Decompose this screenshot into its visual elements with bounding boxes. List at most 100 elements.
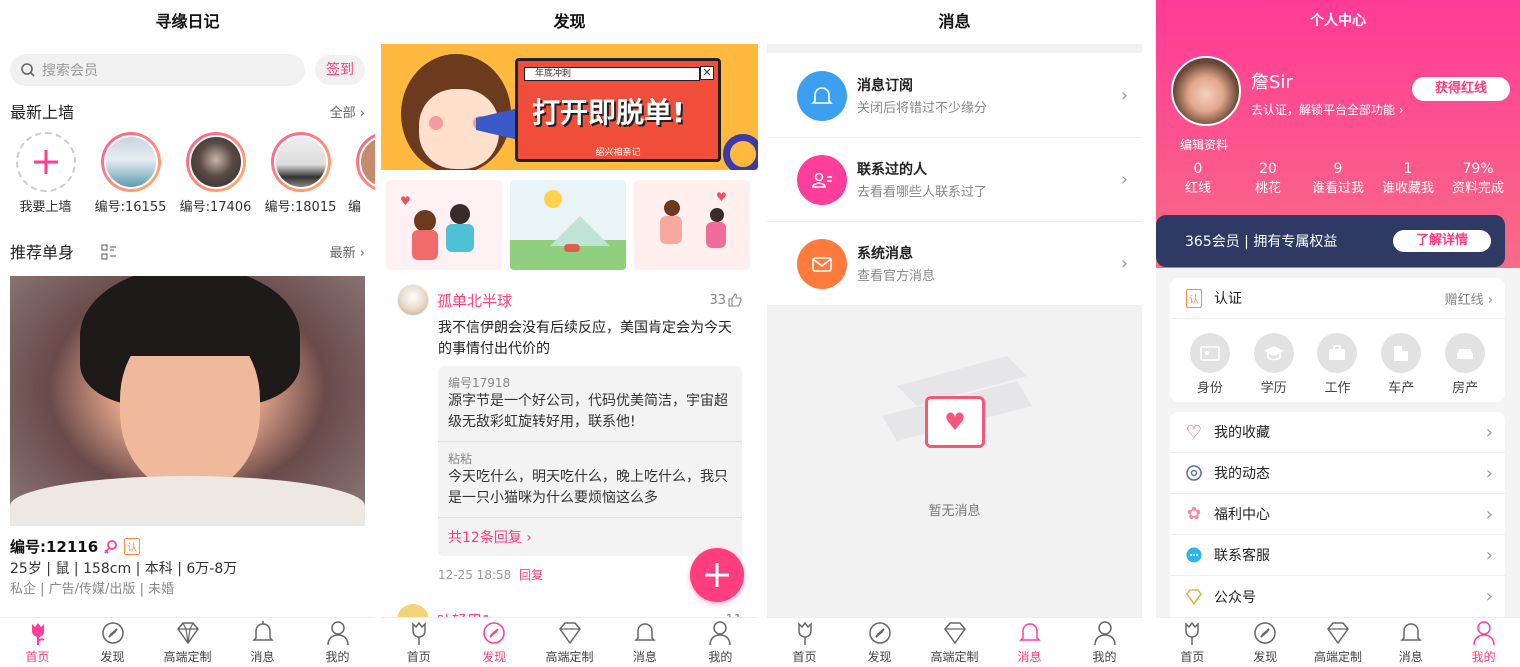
cert-car[interactable]: 车产 xyxy=(1381,333,1422,396)
tab-mine[interactable]: 我的 xyxy=(300,618,375,667)
menu-official-account[interactable]: 公众号 › xyxy=(1170,576,1505,617)
promo-banner[interactable]: 年底冲刺 ✕ 打开即脱单! 绍兴相亲记 xyxy=(381,44,758,170)
tab-messages[interactable]: 消息 xyxy=(992,618,1067,667)
stats-row: 0 红线 20 桃花 9 谁看过我 1 谁收藏我 79% 资料完成 xyxy=(1164,161,1512,196)
wall-item[interactable]: 编 xyxy=(348,132,375,215)
user-icon xyxy=(326,621,349,646)
wall-item-id: 编 xyxy=(348,200,362,215)
verify-tip-link[interactable]: 去认证，解锁平台全部功能 › xyxy=(1251,101,1404,118)
cert-work[interactable]: 工作 xyxy=(1317,333,1358,396)
profile-photo[interactable] xyxy=(10,276,365,526)
stat-peach[interactable]: 20 桃花 xyxy=(1234,161,1302,196)
certification-row[interactable]: 认 认证 赠红线 › xyxy=(1170,278,1505,319)
tab-discover[interactable]: 发现 xyxy=(842,618,917,667)
stat-favorited-me[interactable]: 1 谁收藏我 xyxy=(1374,161,1442,196)
certification-title: 认证 xyxy=(1214,291,1242,307)
message-subscribe-item[interactable]: 消息订阅 关闭后将错过不少缘分 › xyxy=(767,54,1142,138)
broken-heart-message-icon: ♥ xyxy=(925,396,985,448)
bell-icon xyxy=(797,70,847,121)
tab-bar: 首页 发现 高端定制 消息 我的 xyxy=(381,617,758,667)
profile-extra-info: 私企 | 广告/传媒/出版 | 未婚 xyxy=(10,582,175,597)
tab-home[interactable]: 首页 xyxy=(767,618,842,667)
cert-education[interactable]: 学历 xyxy=(1253,333,1294,396)
empty-text: 暂无消息 xyxy=(928,504,981,519)
category-couple[interactable]: ♥ xyxy=(386,180,502,270)
edit-profile-link[interactable]: 编辑资料 xyxy=(1180,136,1228,153)
message-title: 系统消息 xyxy=(857,246,913,262)
tab-label: 我的 xyxy=(708,650,733,664)
menu-moments[interactable]: 我的动态 › xyxy=(1170,453,1505,494)
tab-home[interactable]: 首页 xyxy=(0,618,75,667)
comment-item[interactable]: 粘粘 今天吃什么，明天吃什么，晚上吃什么，我只是一只小猫咪为什么要烦恼这么多 xyxy=(438,442,742,518)
latest-all-link[interactable]: 全部 › xyxy=(330,102,365,121)
tab-home[interactable]: 首页 xyxy=(381,618,456,667)
menu-welfare[interactable]: ✿ 福利中心 › xyxy=(1170,494,1505,535)
message-title: 联系过的人 xyxy=(857,162,927,178)
stat-label: 桃花 xyxy=(1254,181,1281,196)
stat-profile-complete[interactable]: 79% 资料完成 xyxy=(1444,161,1512,196)
avatar[interactable] xyxy=(397,284,429,316)
vip-details-button[interactable]: 了解详情 xyxy=(1393,230,1491,252)
post-author[interactable]: 孤单北半球 xyxy=(437,290,512,311)
tab-custom[interactable]: 高端定制 xyxy=(532,618,607,667)
tab-custom[interactable]: 高端定制 xyxy=(1302,618,1375,667)
avatar[interactable] xyxy=(1171,56,1241,126)
user-icon xyxy=(709,621,732,646)
tab-mine[interactable]: 我的 xyxy=(683,618,758,667)
stat-redline[interactable]: 0 红线 xyxy=(1164,161,1232,196)
tab-mine[interactable]: 我的 xyxy=(1067,618,1142,667)
profile-id-row: 编号:12116 认 xyxy=(10,536,141,557)
all-replies-link[interactable]: 共12条回复 › xyxy=(438,518,742,556)
vip-banner[interactable]: 365会员 | 拥有专属权益 了解详情 xyxy=(1156,215,1505,267)
search-input[interactable]: 搜索会员 xyxy=(10,54,305,86)
tab-custom[interactable]: 高端定制 xyxy=(917,618,992,667)
tab-discover[interactable]: 发现 xyxy=(1229,618,1302,667)
tab-label: 高端定制 xyxy=(930,650,979,664)
wall-item[interactable]: 编号:18015 xyxy=(263,132,338,215)
chevron-right-icon: › xyxy=(1485,586,1493,607)
tab-discover[interactable]: 发现 xyxy=(75,618,150,667)
avatar xyxy=(188,135,243,189)
post-likes[interactable]: 33 xyxy=(709,293,742,308)
id-card-icon xyxy=(1189,333,1230,373)
wall-item[interactable]: 编号:16155 xyxy=(93,132,168,215)
category-running[interactable]: ♥ xyxy=(634,180,750,270)
comment-item[interactable]: 编号17918 源字节是一个好公司，代码优美简洁，宇宙超级无敌彩虹旋转好用，联系… xyxy=(438,366,742,442)
menu-favorites[interactable]: ♡ 我的收藏 › xyxy=(1170,412,1505,453)
category-outdoor[interactable] xyxy=(510,180,626,270)
tab-custom[interactable]: 高端定制 xyxy=(150,618,225,667)
close-icon: ✕ xyxy=(700,66,714,80)
tab-home[interactable]: 首页 xyxy=(1156,618,1229,667)
cert-identity[interactable]: 身份 xyxy=(1189,333,1230,396)
wall-add-item[interactable]: 我要上墙 xyxy=(8,132,83,215)
get-redline-button[interactable]: 获得红线 xyxy=(1412,77,1510,101)
tab-label: 首页 xyxy=(25,650,50,664)
diamond-icon xyxy=(176,622,199,645)
bell-icon xyxy=(1018,623,1041,641)
post-text: 我不信伊朗会没有后续反应，美国肯定会为今天的事情付出代价的 xyxy=(438,320,732,357)
comment-author: 编号17918 xyxy=(448,376,511,390)
aperture-icon xyxy=(1184,464,1204,482)
wall-item[interactable]: 编号:17406 xyxy=(178,132,253,215)
cert-house[interactable]: 房产 xyxy=(1445,333,1486,396)
tab-messages[interactable]: 消息 xyxy=(225,618,300,667)
signin-button[interactable]: 签到 xyxy=(315,55,365,85)
stat-value: 9 xyxy=(1333,161,1343,177)
contacted-people-item[interactable]: 联系过的人 去看看哪些人联系过了 › xyxy=(767,138,1142,222)
tab-messages[interactable]: 消息 xyxy=(1374,618,1447,667)
list-grid-icon[interactable] xyxy=(101,244,117,260)
compass-icon xyxy=(1254,622,1276,644)
reply-button[interactable]: 回复 xyxy=(519,568,543,582)
wall-item-id: 编号:16155 xyxy=(94,200,167,215)
recommend-sort-link[interactable]: 最新 › xyxy=(330,242,365,261)
stat-viewed-me[interactable]: 9 谁看过我 xyxy=(1304,161,1372,196)
chevron-right-icon: › xyxy=(1485,462,1493,484)
recommend-title: 推荐单身 xyxy=(10,239,117,263)
add-post-button[interactable] xyxy=(690,548,744,602)
tab-messages[interactable]: 消息 xyxy=(607,618,682,667)
tab-discover[interactable]: 发现 xyxy=(456,618,531,667)
tab-mine[interactable]: 我的 xyxy=(1447,618,1520,667)
system-message-item[interactable]: 系统消息 查看官方消息 › xyxy=(767,222,1142,306)
profile-marital: 未婚 xyxy=(148,582,175,597)
menu-support[interactable]: 联系客服 › xyxy=(1170,535,1505,576)
